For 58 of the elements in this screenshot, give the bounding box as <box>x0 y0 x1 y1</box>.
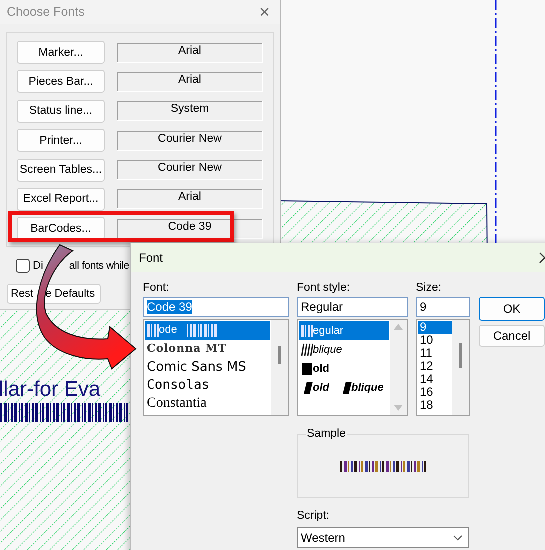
chevron-down-icon <box>453 534 463 540</box>
checkbox-label: Di <box>33 260 44 272</box>
list-item[interactable]: Consolas <box>145 376 270 395</box>
field-label: Font: <box>143 282 170 296</box>
input-field[interactable]: Regular <box>297 297 408 317</box>
window-title: Choose Fonts <box>7 5 85 19</box>
font-value: Arial <box>117 42 263 62</box>
font-button[interactable]: Pieces Bar... <box>17 70 105 94</box>
font-value: Courier New <box>117 160 263 180</box>
scrollbar-thumb[interactable] <box>278 346 281 364</box>
font-button[interactable]: Excel Report... <box>17 188 105 211</box>
restore-button[interactable]: Rest e Defaults <box>7 284 101 304</box>
list-item[interactable]: blique <box>299 340 389 359</box>
font-button[interactable]: Screen Tables... <box>17 158 105 182</box>
input-field[interactable]: 9 <box>416 297 470 317</box>
group-label: Sample <box>306 428 347 440</box>
list-item[interactable]: 14 <box>418 373 452 386</box>
input-field[interactable]: Code 39 <box>143 297 289 317</box>
field-label: Size: <box>416 282 443 296</box>
list-item[interactable]: ode <box>145 321 270 340</box>
list-item[interactable]: 18 <box>418 399 452 412</box>
barcode-icon <box>187 324 218 337</box>
font-value: Arial <box>117 72 263 92</box>
dialog-button[interactable]: OK <box>479 297 545 321</box>
list-item[interactable]: 16 <box>418 386 452 399</box>
field-label: Script: <box>297 510 331 524</box>
list-item[interactable]: Constantia <box>145 395 270 414</box>
checkbox-label: all fonts while <box>69 260 130 272</box>
dropdown[interactable]: Western <box>297 527 469 548</box>
list-item[interactable]: old blique <box>299 378 389 397</box>
font-button[interactable]: Status line... <box>17 100 105 123</box>
font-value: System <box>117 101 263 122</box>
glyph-icon <box>301 362 313 376</box>
window-title: Font <box>139 250 164 264</box>
list-item[interactable]: 9 <box>418 321 452 334</box>
list-item[interactable]: old <box>299 359 389 378</box>
checkbox[interactable] <box>16 259 30 273</box>
font-button[interactable]: Marker... <box>17 41 105 64</box>
glyph-icon <box>301 324 313 338</box>
barcode-icon <box>147 324 159 337</box>
list-item[interactable]: Colonna MT <box>145 340 270 358</box>
font-value: Arial <box>117 189 263 210</box>
font-button[interactable]: Printer... <box>17 129 105 152</box>
scroll-down-icon[interactable] <box>394 405 403 411</box>
list-item[interactable]: Comic Sans MS <box>145 358 270 376</box>
list-item[interactable]: 12 <box>418 360 452 373</box>
list-item[interactable]: 10 <box>418 334 452 347</box>
dialog-button[interactable]: Cancel <box>479 325 545 347</box>
font-value: Courier New <box>117 130 263 151</box>
list-item[interactable]: egular <box>299 321 389 340</box>
scrollbar-thumb[interactable] <box>459 343 462 368</box>
close-button[interactable]: × <box>259 2 270 22</box>
drawing-text: llar-for Eva <box>0 378 101 402</box>
field-label: Font style: <box>297 282 352 296</box>
list-item[interactable]: 11 <box>418 347 452 360</box>
glyph-icon <box>301 342 313 356</box>
scroll-up-icon[interactable] <box>394 324 403 330</box>
glyph-icon <box>301 380 313 394</box>
